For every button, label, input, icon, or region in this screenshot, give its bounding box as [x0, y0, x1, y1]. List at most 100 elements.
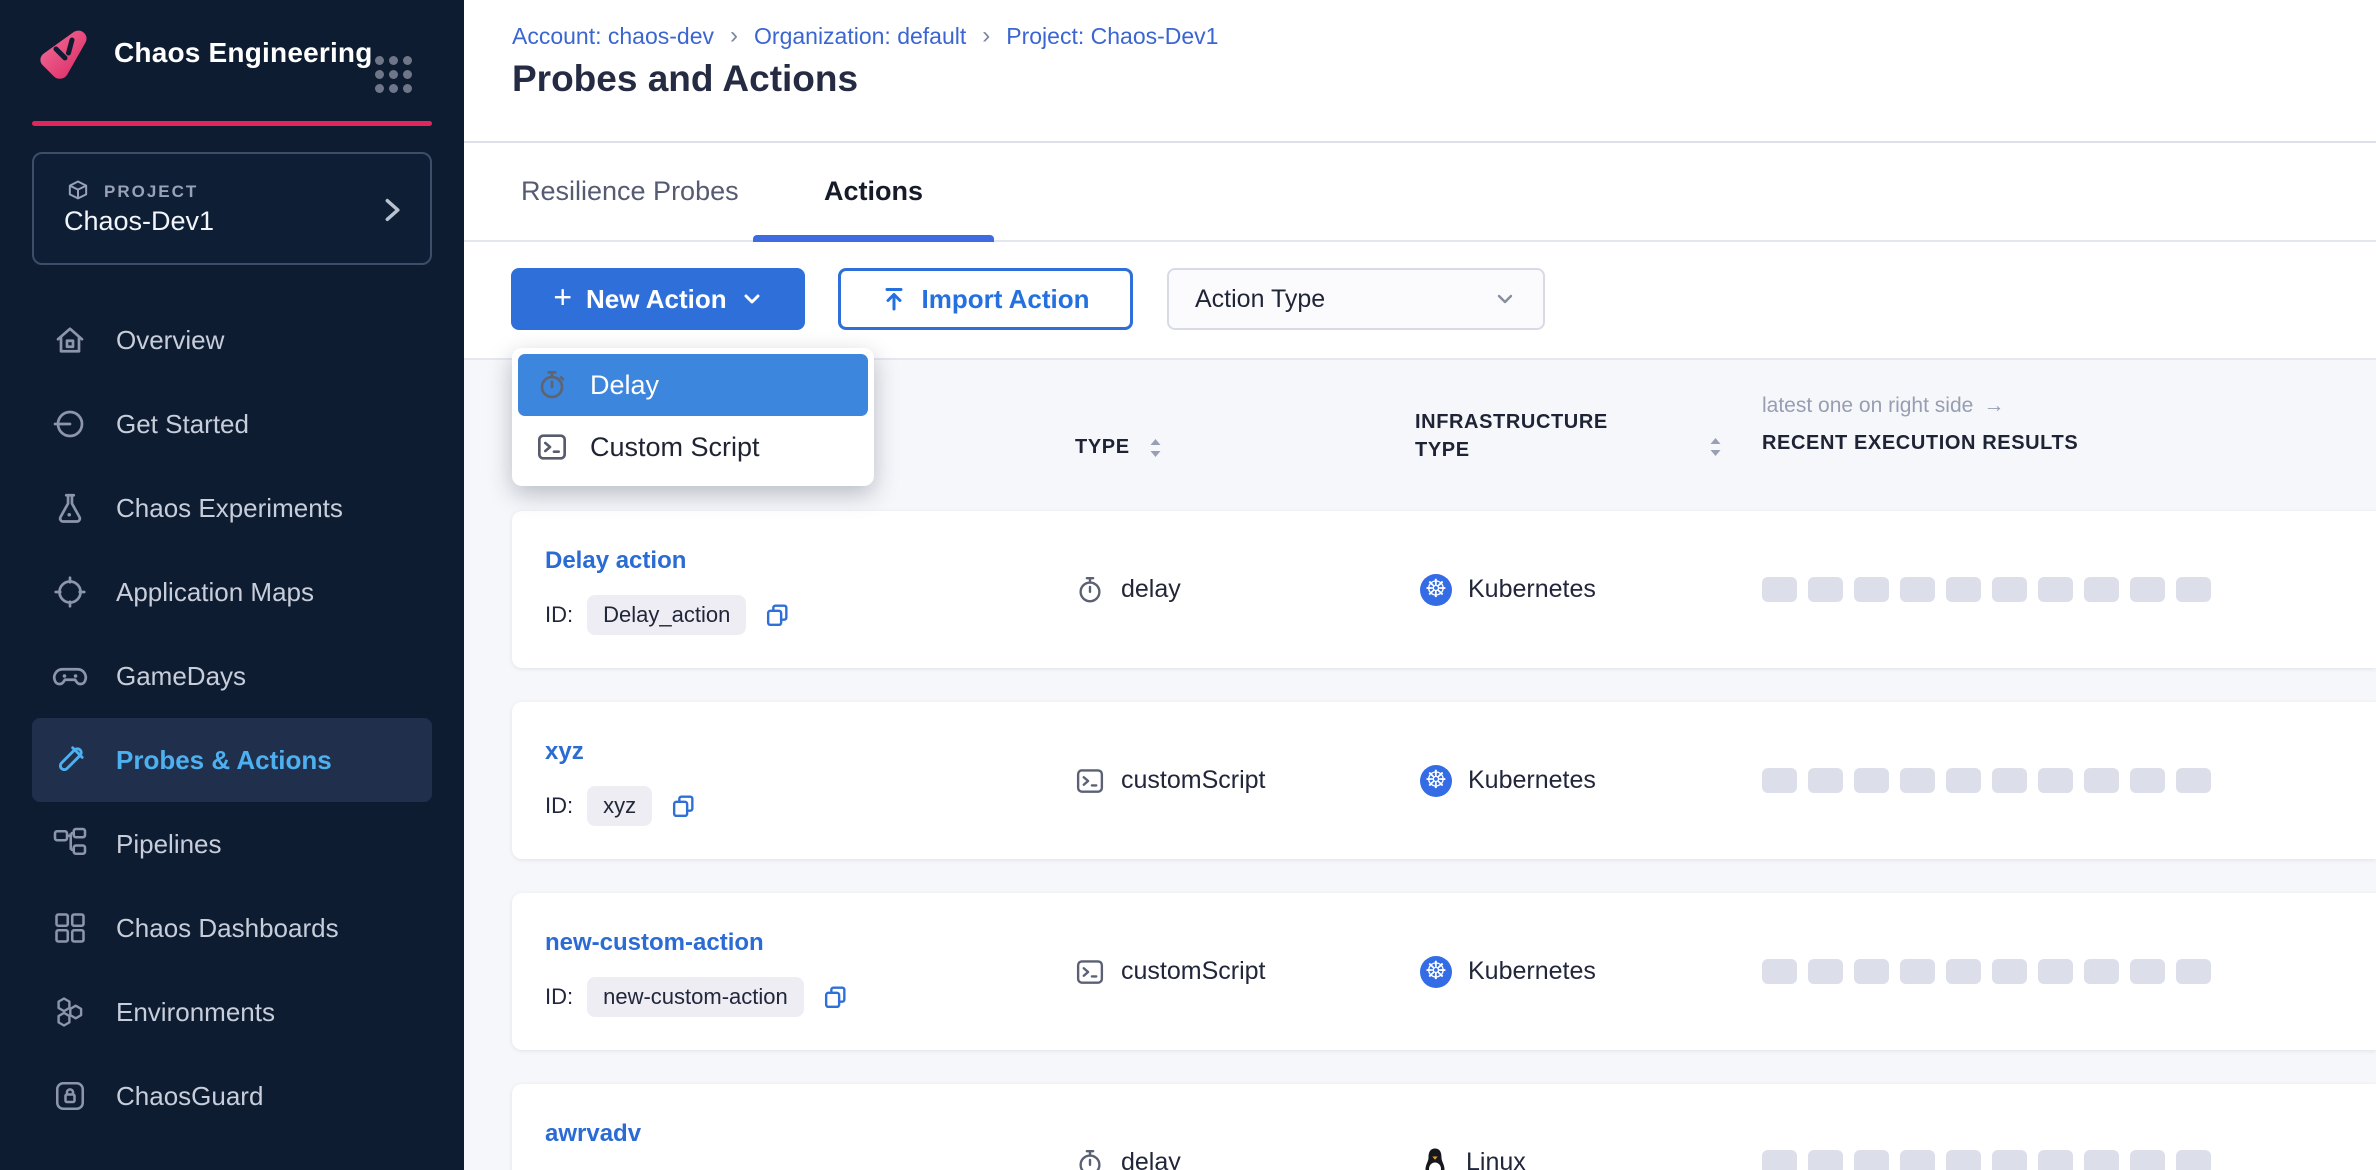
sidebar-nav-item[interactable]: ChaosGuard — [32, 1054, 432, 1138]
sidebar-nav-item[interactable]: Pipelines — [32, 802, 432, 886]
toolbar: + New Action Import Action Action Type — [464, 244, 2376, 358]
execution-result-placeholder — [2176, 959, 2211, 984]
execution-result-placeholder — [2130, 1150, 2165, 1170]
menu-item[interactable]: Delay — [518, 354, 868, 416]
sort-icon[interactable] — [1708, 436, 1723, 458]
execution-result-placeholder — [1854, 959, 1889, 984]
copy-icon[interactable] — [822, 984, 849, 1011]
sidebar: Chaos Engineering PROJECT Chaos-Dev1 — [0, 0, 464, 1170]
action-row: xyz ID: xyz customScript ☸ Kubernetes — [512, 702, 2376, 859]
dashboards-icon — [52, 910, 88, 946]
menu-item[interactable]: Custom Script — [518, 416, 868, 478]
brand: Chaos Engineering — [36, 26, 373, 80]
execution-result-placeholder — [2130, 959, 2165, 984]
execution-result-placeholder — [1992, 768, 2027, 793]
results-note: latest one on right side → — [1762, 394, 2004, 418]
infrastructure-cell: Linux — [1420, 1084, 1526, 1170]
action-id-value: new-custom-action — [587, 977, 804, 1017]
sidebar-nav-item[interactable]: Probes & Actions — [32, 718, 432, 802]
import-action-button[interactable]: Import Action — [838, 268, 1133, 330]
execution-result-placeholder — [1992, 1150, 2027, 1170]
infrastructure-value: Kubernetes — [1468, 575, 1596, 604]
app-switcher-grid-icon[interactable] — [375, 56, 412, 93]
action-type-cell: delay — [1075, 1084, 1181, 1170]
breadcrumb-separator-icon: › — [982, 22, 990, 50]
menu-item-label: Delay — [590, 370, 659, 401]
breadcrumb-item[interactable]: Account: chaos-dev › — [512, 22, 754, 50]
id-label: ID: — [545, 602, 573, 628]
tab-resilience-probes[interactable]: Resilience Probes — [521, 143, 739, 240]
execution-result-placeholder — [1946, 959, 1981, 984]
stopwatch-icon — [1075, 1148, 1105, 1170]
chevron-down-icon — [741, 288, 763, 310]
sidebar-nav-item[interactable]: GameDays — [32, 634, 432, 718]
probe-icon — [52, 742, 88, 778]
copy-icon[interactable] — [764, 602, 791, 629]
execution-result-placeholder — [1854, 1150, 1889, 1170]
sidebar-nav-item[interactable]: Chaos Experiments — [32, 466, 432, 550]
execution-result-placeholder — [2038, 1150, 2073, 1170]
action-type-value: customScript — [1121, 766, 1265, 795]
project-selector[interactable]: PROJECT Chaos-Dev1 — [32, 152, 432, 265]
recent-execution-results — [1762, 511, 2211, 668]
copy-icon[interactable] — [670, 793, 697, 820]
recent-execution-results — [1762, 1084, 2211, 1170]
action-type-value: delay — [1121, 1148, 1181, 1170]
execution-result-placeholder — [1762, 959, 1797, 984]
sidebar-nav-label: Chaos Experiments — [116, 493, 343, 524]
action-id-line: ID: Delay_action — [545, 595, 791, 635]
breadcrumb-item[interactable]: Project: Chaos-Dev1 › — [1006, 23, 1218, 50]
action-row: Delay action ID: Delay_action delay ☸ Ku… — [512, 511, 2376, 668]
action-row: new-custom-action ID: new-custom-action … — [512, 893, 2376, 1050]
sidebar-nav-item[interactable]: Chaos Dashboards — [32, 886, 432, 970]
action-type-cell: customScript — [1075, 702, 1265, 859]
sidebar-nav-item[interactable]: Get Started — [32, 382, 432, 466]
action-type-filter[interactable]: Action Type — [1167, 268, 1545, 330]
execution-result-placeholder — [1808, 768, 1843, 793]
sidebar-nav-item[interactable]: Overview — [32, 298, 432, 382]
infrastructure-value: Kubernetes — [1468, 957, 1596, 986]
execution-result-placeholder — [2130, 768, 2165, 793]
main-content: Account: chaos-dev › Organization: defau… — [464, 0, 2376, 1170]
upload-icon — [881, 286, 907, 312]
sidebar-nav-label: Probes & Actions — [116, 745, 332, 776]
brand-title: Chaos Engineering — [114, 37, 373, 69]
action-name-link[interactable]: Delay action — [545, 547, 686, 575]
execution-result-placeholder — [2038, 768, 2073, 793]
execution-result-placeholder — [1808, 959, 1843, 984]
sidebar-nav-label: Pipelines — [116, 829, 222, 860]
execution-result-placeholder — [2038, 959, 2073, 984]
terminal-icon — [536, 431, 568, 463]
infrastructure-cell: ☸ Kubernetes — [1420, 893, 1596, 1050]
terminal-icon — [1075, 957, 1105, 987]
flask-icon — [52, 490, 88, 526]
tab-actions[interactable]: Actions — [753, 143, 994, 240]
action-id-line: ID: new-custom-action — [545, 977, 849, 1017]
action-name-link[interactable]: awrvadv — [545, 1120, 641, 1148]
sidebar-nav-label: Environments — [116, 997, 275, 1028]
gamepad-icon — [52, 658, 88, 694]
breadcrumb-separator-icon: › — [730, 22, 738, 50]
action-id-value: Delay_action — [587, 595, 746, 635]
execution-result-placeholder — [2084, 959, 2119, 984]
recent-execution-results — [1762, 893, 2211, 1050]
action-name-link[interactable]: xyz — [545, 738, 584, 766]
sort-icon[interactable] — [1148, 437, 1163, 459]
project-label: PROJECT — [104, 182, 198, 202]
page-title: Probes and Actions — [512, 58, 858, 100]
sidebar-nav-item[interactable]: Application Maps — [32, 550, 432, 634]
execution-result-placeholder — [2038, 577, 2073, 602]
sidebar-nav-item[interactable]: Environments — [32, 970, 432, 1054]
column-header-results: RECENT EXECUTION RESULTS — [1762, 432, 2078, 455]
execution-result-placeholder — [1762, 1150, 1797, 1170]
new-action-button[interactable]: + New Action — [511, 268, 805, 330]
tab-bar: Resilience Probes Actions — [464, 143, 2376, 242]
action-row: awrvadv delay Linux — [512, 1084, 2376, 1170]
environments-icon — [52, 994, 88, 1030]
sidebar-nav-label: Application Maps — [116, 577, 314, 608]
execution-result-placeholder — [1854, 577, 1889, 602]
breadcrumb-item[interactable]: Organization: default › — [754, 22, 1006, 50]
kubernetes-icon: ☸ — [1420, 956, 1452, 988]
execution-result-placeholder — [1946, 577, 1981, 602]
action-name-link[interactable]: new-custom-action — [545, 929, 764, 957]
